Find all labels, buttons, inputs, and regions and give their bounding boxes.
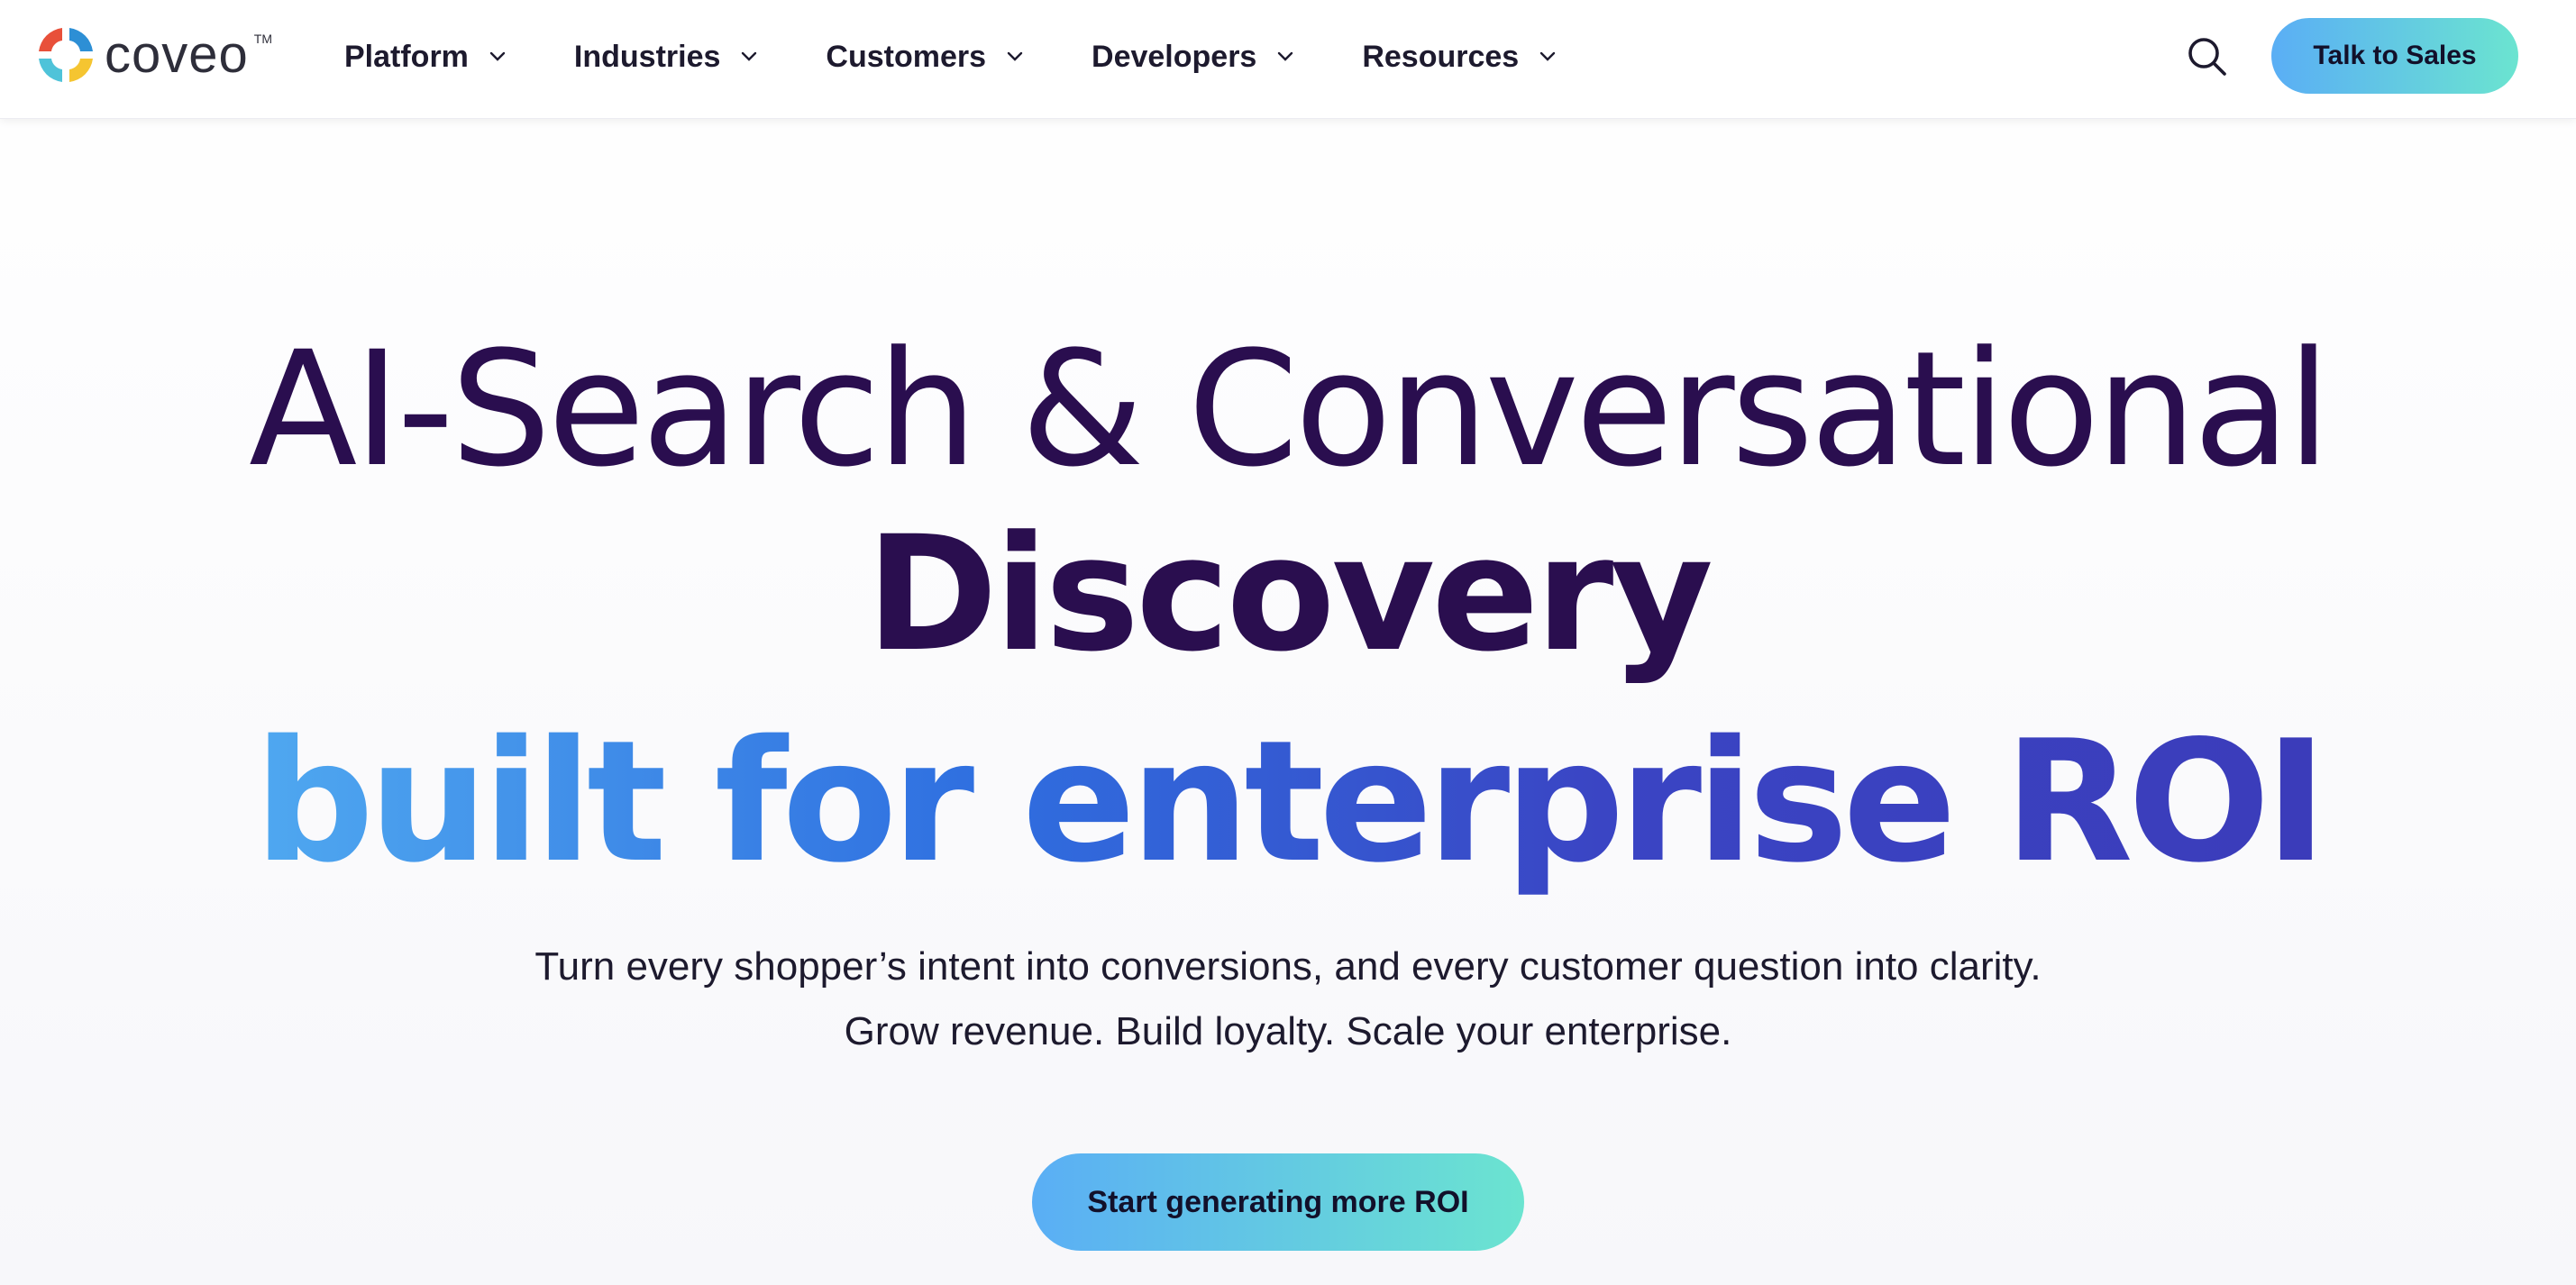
nav-item-resources[interactable]: Resources (1362, 40, 1557, 75)
nav-label: Industries (573, 39, 721, 74)
chevron-down-icon (489, 51, 506, 61)
chevron-down-icon (742, 51, 757, 61)
nav-item-industries[interactable]: Industries (574, 40, 758, 75)
nav-item-developers[interactable]: Developers (1092, 40, 1294, 75)
talk-to-sales-label: Talk to Sales (2313, 41, 2477, 70)
logo[interactable]: coveo TM (36, 23, 272, 87)
nav-item-customers[interactable]: Customers (826, 40, 1024, 75)
chevron-down-icon (1278, 51, 1293, 61)
coveo-logo-icon (39, 28, 93, 82)
hero-subtitle-line1: Turn every shopper’s intent into convers… (534, 944, 2042, 989)
start-generating-roi-button[interactable]: Start generating more ROI (1032, 1153, 1524, 1251)
hero-title-highlight: built for enterprise ROI (0, 712, 2576, 892)
hero-title-line1: AI-Search & Conversational (249, 317, 2331, 502)
nav-label: Developers (1092, 39, 1257, 74)
nav-label: Resources (1362, 39, 1520, 74)
logo-wordmark: coveo (105, 25, 249, 84)
talk-to-sales-button[interactable]: Talk to Sales (2271, 18, 2518, 94)
hero-highlight-text: built for enterprise ROI (253, 704, 2327, 899)
hero-title-line2: Discovery (865, 502, 1713, 687)
logo-trademark: TM (253, 32, 272, 46)
hero-subtitle-line2: Grow revenue. Build loyalty. Scale your … (844, 1009, 1732, 1053)
page: coveo TM Platform Industries Customers D… (0, 0, 2576, 1285)
chevron-down-icon (1540, 51, 1556, 61)
site-header: coveo TM Platform Industries Customers D… (0, 0, 2576, 119)
search-icon (2188, 38, 2226, 76)
main-nav: Platform Industries Customers Developers… (344, 0, 1624, 114)
search-button[interactable] (2185, 34, 2230, 79)
chevron-down-icon (1007, 51, 1023, 61)
start-generating-roi-label: Start generating more ROI (1087, 1184, 1469, 1219)
nav-item-platform[interactable]: Platform (344, 40, 507, 75)
nav-label: Platform (344, 39, 469, 74)
nav-label: Customers (826, 39, 987, 74)
